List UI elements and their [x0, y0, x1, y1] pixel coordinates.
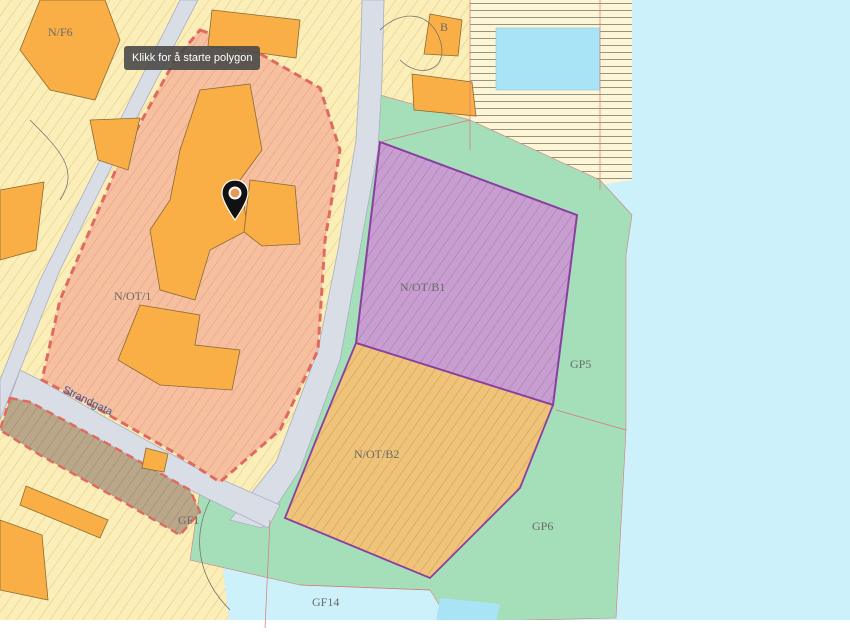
zone-label-gf14: GF14: [312, 595, 339, 609]
zone-label-b: B: [440, 20, 448, 34]
map-svg: N/F6 N/OT/1 N/OT/B1 N/OT/B2 GP5 GP6 GF14…: [0, 0, 850, 629]
map-canvas[interactable]: N/F6 N/OT/1 N/OT/B1 N/OT/B2 GP5 GP6 GF14…: [0, 0, 850, 629]
bottom-strip: [0, 620, 850, 628]
zone-label-gp6: GP6: [532, 519, 553, 533]
map-tooltip: Klikk for å starte polygon: [124, 46, 261, 70]
zone-label-nf6: N/F6: [48, 25, 73, 39]
basin-water: [495, 27, 601, 91]
zone-label-gp5: GP5: [570, 357, 591, 371]
zone-label-notb1: N/OT/B1: [400, 280, 445, 294]
zone-label-notb2: N/OT/B2: [354, 447, 399, 461]
map-pin-icon[interactable]: [219, 178, 251, 224]
zone-label-gf1: GF1: [178, 513, 199, 527]
zone-label-not1: N/OT/1: [114, 289, 151, 303]
